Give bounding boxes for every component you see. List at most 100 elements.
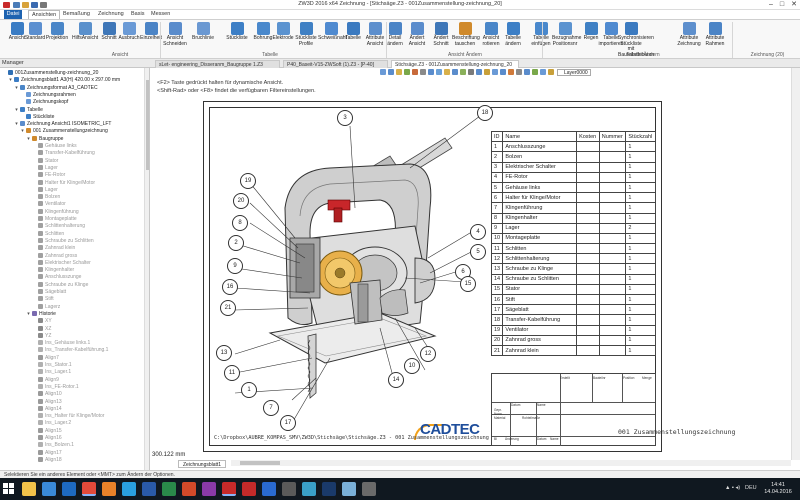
ribbon-button-edit-table[interactable]: Tabelle ändern: [500, 22, 526, 47]
part-balloon[interactable]: 5: [470, 244, 486, 260]
tree-item[interactable]: Ins_FE-Rotor.1: [0, 383, 79, 391]
tree-item[interactable]: ▾ Historie: [0, 310, 56, 318]
view-toolbar-icon[interactable]: [436, 69, 442, 75]
part-balloon[interactable]: 19: [240, 173, 256, 189]
tree-item[interactable]: Schraube zu Klinge: [0, 281, 88, 289]
tree-item[interactable]: Align17: [0, 449, 62, 457]
acrobat-taskbar-icon[interactable]: [242, 482, 256, 496]
tree-item[interactable]: Schlittenhalterung: [0, 223, 85, 230]
tree-item[interactable]: Zeichnungsrahmen: [0, 91, 76, 99]
tree-item[interactable]: Zahnrad gross: [0, 252, 77, 260]
ribbon-button-profile-bom[interactable]: Stückliste Profile: [293, 22, 319, 47]
view-toolbar-icon[interactable]: [492, 69, 498, 75]
view-toolbar-icon[interactable]: [484, 69, 490, 75]
view-toolbar-icon[interactable]: [420, 69, 426, 75]
tab-bemassung[interactable]: Bemaßung: [60, 10, 93, 19]
tree-item[interactable]: Ins_Stator.1: [0, 362, 72, 369]
view-toolbar-icon[interactable]: [540, 69, 546, 75]
tree-item[interactable]: Schlitten: [0, 230, 64, 238]
tree-expand-icon[interactable]: ▾: [26, 136, 31, 143]
view-toolbar-icon[interactable]: [452, 69, 458, 75]
ribbon-button-swap-label[interactable]: Beschriftung tauschen: [452, 22, 480, 47]
tree-item[interactable]: Align7: [0, 354, 59, 362]
tree-expand-icon[interactable]: ▾: [20, 128, 25, 135]
tree-expand-icon[interactable]: ▾: [14, 85, 19, 92]
document-tab[interactable]: sLet- engineering_Disseranm_Baugruppe 1.…: [155, 60, 280, 68]
view-toolbar-icon[interactable]: [516, 69, 522, 75]
ribbon-button-projection[interactable]: Projektion: [44, 22, 70, 42]
tree-item[interactable]: Lager: [0, 164, 58, 172]
canvas-horizontal-scrollbar-thumb[interactable]: [240, 461, 280, 465]
tree-item[interactable]: ▾ Baugruppe: [0, 135, 63, 143]
tree-item[interactable]: Ins_Transfer-Kabelführung.1: [0, 347, 108, 354]
tree-item[interactable]: Schraube zu Schlitten: [0, 237, 94, 245]
zw3d-taskbar-icon[interactable]: [222, 482, 236, 496]
maximize-button[interactable]: □: [777, 1, 787, 9]
word-taskbar-icon[interactable]: [142, 482, 156, 496]
tree-item[interactable]: Lagerz: [0, 303, 60, 311]
view-toolbar-icon[interactable]: [380, 69, 386, 75]
tree-item[interactable]: XY: [0, 318, 52, 325]
tree-item[interactable]: Klingenführung: [0, 208, 79, 216]
settings-taskbar-icon[interactable]: [362, 482, 376, 496]
view-toolbar-icon[interactable]: [388, 69, 394, 75]
view-toolbar-icon[interactable]: [428, 69, 434, 75]
tree-item[interactable]: Align18: [0, 456, 62, 464]
part-balloon[interactable]: 1: [241, 382, 257, 398]
view-toolbar-icon[interactable]: [508, 69, 514, 75]
part-balloon[interactable]: 18: [477, 105, 493, 121]
tab-ansichten[interactable]: Ansichten: [28, 10, 61, 19]
part-balloon[interactable]: 10: [404, 358, 420, 374]
part-balloon[interactable]: 17: [280, 415, 296, 431]
ribbon-button-break-line[interactable]: Bruchlinie: [190, 22, 216, 42]
view-toolbar-icon[interactable]: [500, 69, 506, 75]
tree-scrollbar[interactable]: [144, 68, 149, 470]
tree-item[interactable]: Stückliste: [0, 113, 54, 121]
tree-item[interactable]: Ins_Bolzen.1: [0, 442, 74, 449]
language-indicator[interactable]: DEU: [745, 485, 757, 491]
tab-zeichnung[interactable]: Zeichnung: [95, 10, 127, 19]
start-button[interactable]: [3, 483, 15, 495]
tree-expand-icon[interactable]: ▾: [8, 77, 13, 84]
paint-taskbar-icon[interactable]: [302, 482, 316, 496]
canvas-vertical-scrollbar[interactable]: [791, 68, 800, 460]
view-toolbar-icon[interactable]: [460, 69, 466, 75]
ribbon-button-auxiliary-view[interactable]: HilfsAnsicht: [72, 22, 98, 42]
tree-item[interactable]: Ins_Lager.1: [0, 369, 71, 376]
view-toolbar-icon[interactable]: [444, 69, 450, 75]
tree-item[interactable]: Anschlusszunge: [0, 274, 81, 281]
view-toolbar-icon[interactable]: [476, 69, 482, 75]
tree-expand-icon[interactable]: ▾: [14, 107, 19, 114]
part-balloon[interactable]: 20: [233, 193, 249, 209]
chrome-taskbar-icon[interactable]: [82, 482, 96, 496]
layer-icon[interactable]: [548, 69, 554, 75]
clock[interactable]: 14:41 14.04.2016: [760, 482, 796, 496]
tree-item[interactable]: Sägeblatt: [0, 289, 66, 296]
tree-item[interactable]: YZ: [0, 332, 51, 340]
ribbon-button-position-number[interactable]: Bezugnahme Positionsnr: [552, 22, 581, 47]
part-balloon[interactable]: 2: [228, 235, 244, 251]
tree-item[interactable]: Klingenhalter: [0, 267, 74, 274]
canvas-horizontal-scrollbar[interactable]: [231, 460, 791, 466]
tab-messen[interactable]: Messen: [148, 10, 173, 19]
minimize-button[interactable]: –: [766, 1, 776, 9]
ribbon-button-change-view[interactable]: Ändert Ansicht: [404, 22, 430, 47]
notepad-taskbar-icon[interactable]: [342, 482, 356, 496]
tree-item[interactable]: Align9: [0, 376, 59, 384]
excel-taskbar-icon[interactable]: [162, 482, 176, 496]
part-balloon[interactable]: 14: [388, 372, 404, 388]
ribbon-button-frame-attributes[interactable]: Attribute Rahmen: [702, 22, 728, 47]
view-toolbar-icon[interactable]: [396, 69, 402, 75]
calculator-taskbar-icon[interactable]: [282, 482, 296, 496]
tree-item[interactable]: Zahnrad klein: [0, 245, 75, 252]
tree-item[interactable]: ▾ 001 Zusammenstellungzeichnung: [0, 128, 108, 135]
sheet-tab[interactable]: Zeichnungsblatt1: [178, 460, 227, 468]
ribbon-button-cut-view[interactable]: Ansicht Schneiden: [162, 22, 188, 47]
layer-select[interactable]: Layer0000: [557, 69, 591, 76]
skype-taskbar-icon[interactable]: [122, 482, 136, 496]
tree-item[interactable]: 001Zusammenstellung-zeichnung_20: [0, 70, 98, 77]
view-toolbar-icon[interactable]: [412, 69, 418, 75]
tree-expand-icon[interactable]: ▾: [14, 121, 19, 128]
tree-item[interactable]: Transfer-Kabelführung: [0, 150, 95, 157]
ribbon-button-change-section[interactable]: Ändert Schnitt: [428, 22, 454, 47]
